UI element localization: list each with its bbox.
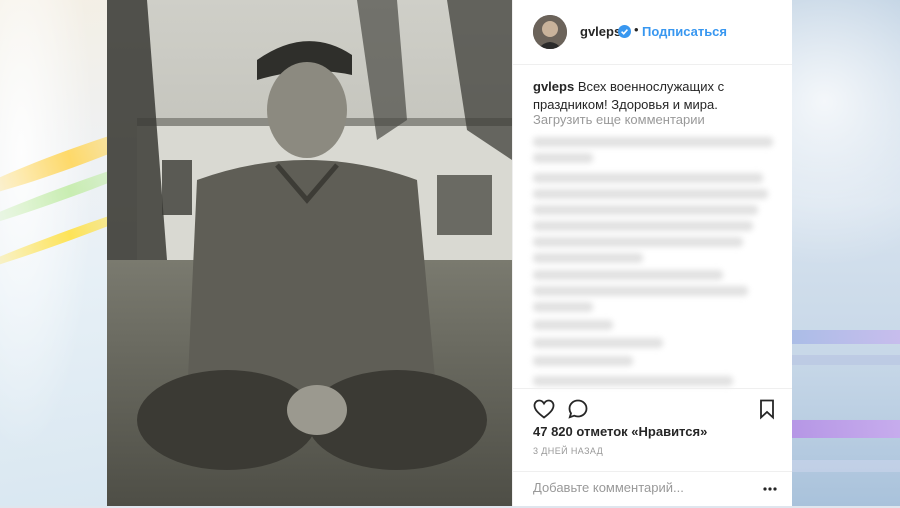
heart-icon[interactable] bbox=[532, 397, 556, 421]
bookmark-icon[interactable] bbox=[755, 397, 779, 421]
post-timestamp[interactable]: 3 ДНЕЙ НАЗАД bbox=[533, 446, 603, 456]
more-options-icon[interactable] bbox=[763, 482, 777, 496]
post-caption: gvleps Всех военнослужащих с праздником!… bbox=[533, 78, 781, 114]
verified-badge-icon bbox=[618, 25, 631, 38]
blurred-comment bbox=[533, 338, 663, 348]
post-header: gvleps • Подписаться bbox=[513, 0, 793, 65]
likes-count[interactable]: 47 820 отметок «Нравится» bbox=[533, 424, 707, 439]
decorative-stripe bbox=[792, 460, 900, 472]
blurred-comment bbox=[533, 320, 613, 330]
avatar[interactable] bbox=[533, 15, 567, 49]
blurred-comment bbox=[533, 221, 753, 231]
decorative-stripe bbox=[792, 355, 900, 365]
blurred-comment bbox=[533, 205, 758, 215]
comment-input[interactable]: Добавьте комментарий... bbox=[533, 480, 684, 495]
blurred-comment bbox=[533, 173, 763, 183]
background-left bbox=[0, 0, 107, 506]
load-more-comments-button[interactable]: Загрузить еще комментарии bbox=[533, 112, 705, 127]
blurred-comment bbox=[533, 137, 773, 147]
avatar-image bbox=[533, 15, 567, 49]
username-link[interactable]: gvleps bbox=[580, 24, 621, 39]
decorative-stripe bbox=[792, 420, 900, 438]
background-right bbox=[792, 0, 900, 506]
blurred-comment bbox=[533, 189, 768, 199]
add-comment-bar: Добавьте комментарий... bbox=[513, 471, 793, 508]
blurred-comment bbox=[533, 302, 593, 312]
blurred-comment bbox=[533, 376, 733, 386]
caption-username[interactable]: gvleps bbox=[533, 79, 574, 94]
soldier-photo-image bbox=[107, 0, 512, 506]
post-photo[interactable] bbox=[107, 0, 512, 506]
separator-dot: • bbox=[634, 22, 639, 37]
comment-icon[interactable] bbox=[566, 397, 590, 421]
blurred-comment bbox=[533, 356, 633, 366]
blurred-comment bbox=[533, 153, 593, 163]
blurred-comment bbox=[533, 286, 748, 296]
blurred-comment bbox=[533, 237, 743, 247]
post-actions: 47 820 отметок «Нравится» 3 ДНЕЙ НАЗАД Д… bbox=[513, 388, 793, 507]
blurred-comment bbox=[533, 270, 723, 280]
decorative-stripe bbox=[792, 330, 900, 344]
follow-button[interactable]: Подписаться bbox=[642, 24, 727, 39]
post-sidebar: gvleps • Подписаться gvleps Всех военнос… bbox=[512, 0, 793, 506]
blurred-comment bbox=[533, 253, 643, 263]
